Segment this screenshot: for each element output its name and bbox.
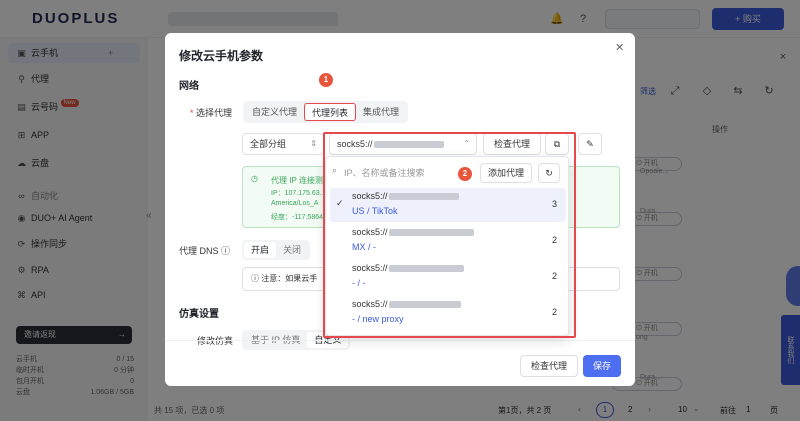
edit-params-modal: 修改云手机参数 ✕ 网络 1 * 选择代理 自定义代理 代理列表 集成代理 全部… [165, 33, 635, 386]
info-icon: ⓘ [251, 274, 262, 283]
close-icon[interactable]: ✕ [615, 41, 624, 54]
dns-toggle: 开启 关闭 [242, 240, 311, 260]
dns-on-option[interactable]: 开启 [244, 242, 277, 258]
modal-title: 修改云手机参数 [179, 49, 264, 63]
test-timezone: America/Los_A [271, 200, 319, 207]
proxy-type-tabs: 自定义代理 代理列表 集成代理 [243, 101, 409, 123]
edit-icon[interactable]: ✎ [578, 133, 602, 155]
footer-check-proxy-button[interactable]: 检查代理 [520, 355, 578, 377]
network-section-title: 网络 [179, 81, 199, 92]
help-circle-icon[interactable]: ⓘ [221, 246, 230, 256]
chevron-updown-icon: ⇕ [310, 139, 317, 148]
test-title: 代理 IP 连接测试 [271, 176, 331, 185]
annotation-highlight-box [323, 132, 576, 338]
dns-label: 代理 DNS ⓘ [179, 246, 231, 256]
tab-custom-proxy[interactable]: 自定义代理 [245, 103, 304, 121]
annotation-1: 1 [319, 73, 333, 87]
tab-proxy-list[interactable]: 代理列表 [304, 103, 357, 121]
footer-divider [165, 340, 635, 341]
save-button[interactable]: 保存 [583, 355, 621, 377]
check-circle-icon: ◷ [251, 174, 258, 183]
test-ip: IP：107.175.63.1 [271, 190, 326, 197]
test-longitude: 经度：-117.5864 [271, 214, 324, 221]
sim-section-title: 仿真设置 [179, 309, 219, 320]
proxy-label: * 选择代理 [190, 108, 233, 118]
tab-integrated-proxy[interactable]: 集成代理 [356, 103, 406, 121]
group-select[interactable]: 全部分组 ⇕ [242, 133, 324, 155]
dns-off-option[interactable]: 关闭 [276, 242, 308, 258]
